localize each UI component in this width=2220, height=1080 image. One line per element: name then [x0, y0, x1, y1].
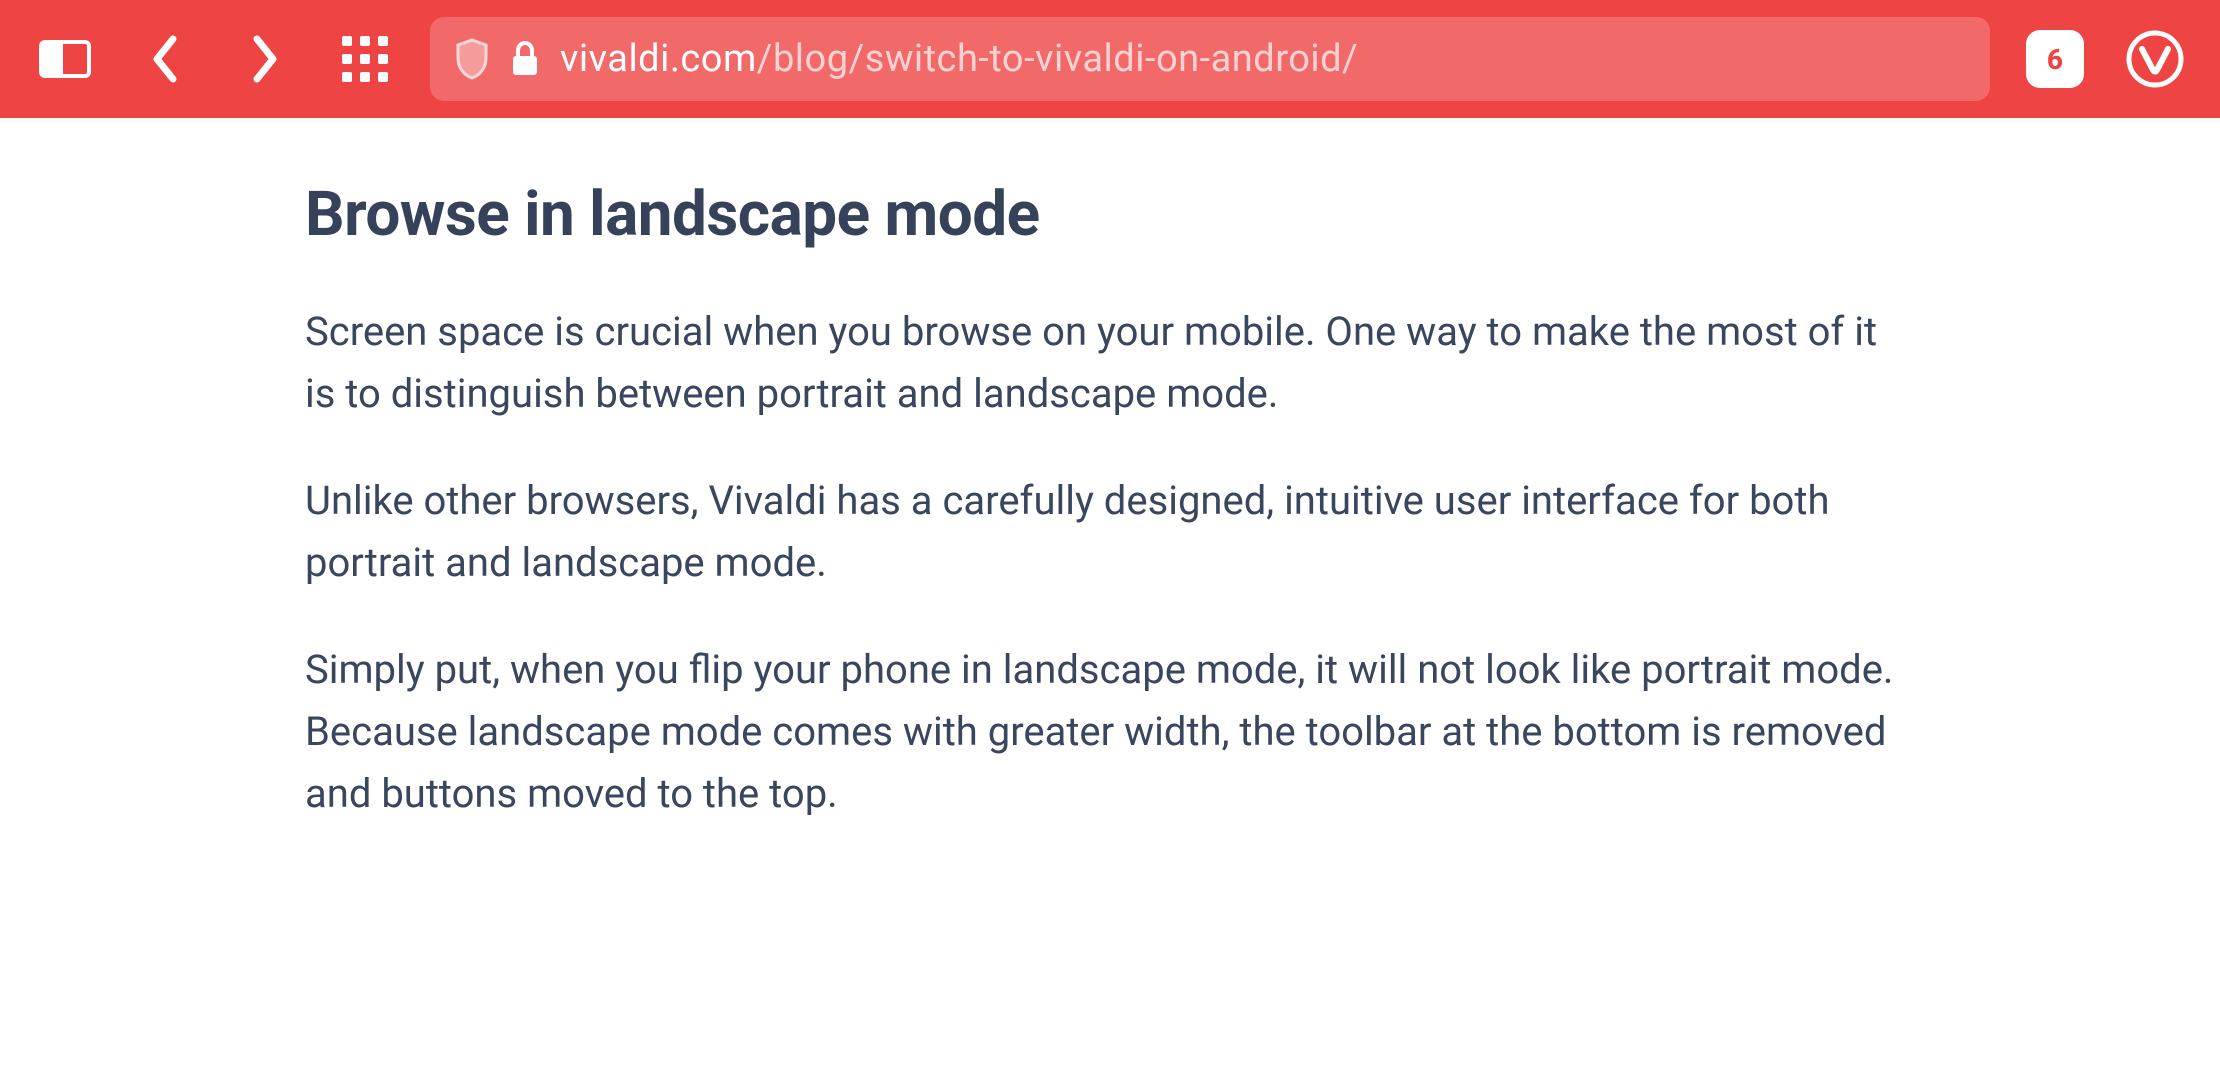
address-bar[interactable]: vivaldi.com/blog/switch-to-vivaldi-on-an…	[430, 17, 1990, 101]
forward-button[interactable]	[220, 14, 310, 104]
chevron-left-icon	[151, 35, 179, 83]
vivaldi-menu-button[interactable]	[2110, 14, 2200, 104]
panel-toggle-button[interactable]	[20, 14, 110, 104]
shield-icon	[454, 38, 490, 80]
speed-dial-button[interactable]	[320, 14, 410, 104]
article-paragraph: Simply put, when you flip your phone in …	[305, 639, 1915, 826]
url-domain: vivaldi.com	[560, 37, 757, 81]
grid-icon	[342, 36, 388, 82]
back-button[interactable]	[120, 14, 210, 104]
vivaldi-logo-icon	[2126, 30, 2184, 88]
page-content: Browse in landscape mode Screen space is…	[0, 118, 2220, 826]
tab-count-badge: 6	[2026, 30, 2084, 88]
url-path: /blog/switch-to-vivaldi-on-android/	[757, 37, 1358, 81]
article-paragraph: Unlike other browsers, Vivaldi has a car…	[305, 470, 1915, 595]
browser-toolbar: vivaldi.com/blog/switch-to-vivaldi-on-an…	[0, 0, 2220, 118]
tab-switcher-button[interactable]: 6	[2010, 14, 2100, 104]
chevron-right-icon	[251, 35, 279, 83]
panel-icon	[39, 40, 91, 78]
article-heading: Browse in landscape mode	[305, 178, 1915, 251]
lock-icon	[510, 41, 540, 77]
article-paragraph: Screen space is crucial when you browse …	[305, 301, 1915, 426]
url-display: vivaldi.com/blog/switch-to-vivaldi-on-an…	[560, 37, 1358, 81]
